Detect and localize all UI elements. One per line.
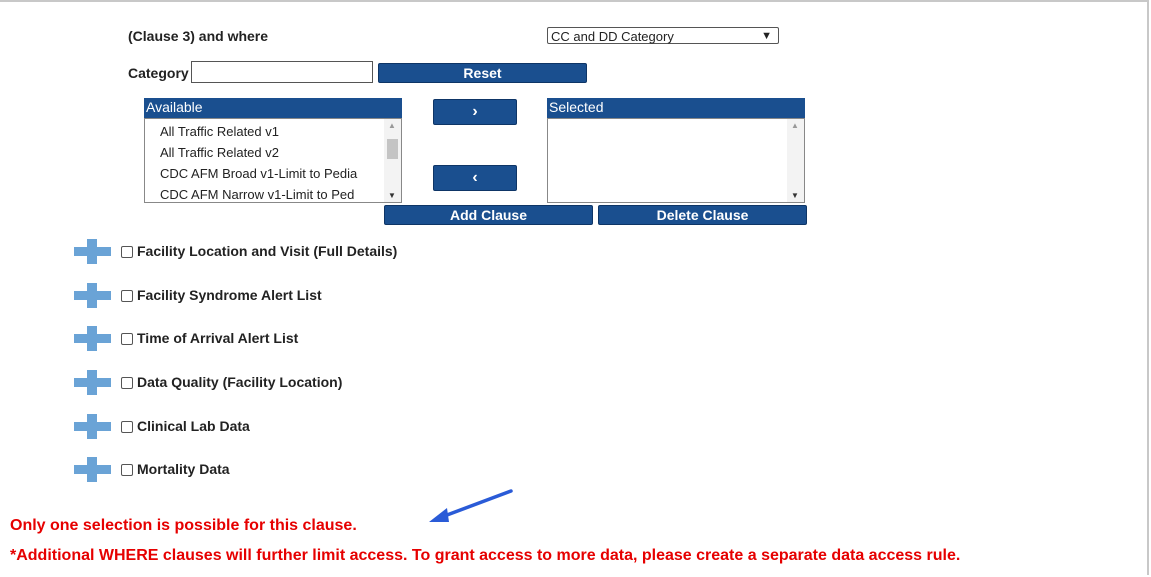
selected-list-header: Selected [547,98,805,118]
section-checkbox[interactable] [121,421,133,433]
selected-listbox[interactable]: ▲ ▼ [547,118,805,203]
reset-button[interactable]: Reset [378,63,587,83]
chevron-left-icon: ‹ [472,169,478,186]
category-input[interactable] [191,61,373,83]
section-checkbox[interactable] [121,290,133,302]
expand-plus-icon[interactable] [74,239,111,264]
available-items: All Traffic Related v1 All Traffic Relate… [145,121,382,202]
scroll-down-icon[interactable]: ▼ [791,191,799,200]
move-right-button[interactable]: › [433,99,517,125]
single-selection-note: Only one selection is possible for this … [10,517,357,534]
section-checkbox[interactable] [121,464,133,476]
expand-plus-icon[interactable] [74,370,111,395]
add-clause-button[interactable]: Add Clause [384,205,593,225]
available-listbox[interactable]: All Traffic Related v1 All Traffic Relate… [144,118,402,203]
available-list-header: Available [144,98,402,118]
available-scrollbar[interactable]: ▲ ▼ [384,119,401,202]
expand-plus-icon[interactable] [74,414,111,439]
selected-scrollbar[interactable]: ▲ ▼ [787,119,804,202]
annotation-arrow-icon [429,489,513,522]
section-label: Facility Syndrome Alert List [137,287,322,303]
section-label: Data Quality (Facility Location) [137,374,343,390]
section-label: Time of Arrival Alert List [137,330,299,346]
scroll-up-icon[interactable]: ▲ [791,121,799,130]
category-label: Category [128,65,189,81]
scroll-up-icon[interactable]: ▲ [388,121,396,130]
section-label: Mortality Data [137,461,230,477]
chevron-down-icon: ▼ [761,30,772,42]
section-label: Clinical Lab Data [137,418,250,434]
section-checkbox[interactable] [121,377,133,389]
scroll-down-icon[interactable]: ▼ [388,191,396,200]
clause-field-select[interactable]: CC and DD Category ▼ [547,27,779,44]
available-list-item[interactable]: CDC AFM Broad v1-Limit to Pedia [145,163,382,184]
available-list-item[interactable]: All Traffic Related v2 [145,142,382,163]
expand-plus-icon[interactable] [74,326,111,351]
delete-clause-button[interactable]: Delete Clause [598,205,807,225]
where-clause-warning: *Additional WHERE clauses will further l… [10,547,961,564]
available-list-item[interactable]: CDC AFM Narrow v1-Limit to Ped [145,184,382,202]
section-checkbox[interactable] [121,246,133,258]
expand-plus-icon[interactable] [74,457,111,482]
expand-plus-icon[interactable] [74,283,111,308]
select-value: CC and DD Category [551,29,674,44]
section-checkbox[interactable] [121,333,133,345]
clause-label: (Clause 3) and where [128,28,269,44]
scrollbar-thumb[interactable] [387,139,398,159]
chevron-right-icon: › [472,103,478,120]
available-list-item[interactable]: All Traffic Related v1 [145,121,382,142]
move-left-button[interactable]: ‹ [433,165,517,191]
section-label: Facility Location and Visit (Full Detail… [137,243,398,259]
